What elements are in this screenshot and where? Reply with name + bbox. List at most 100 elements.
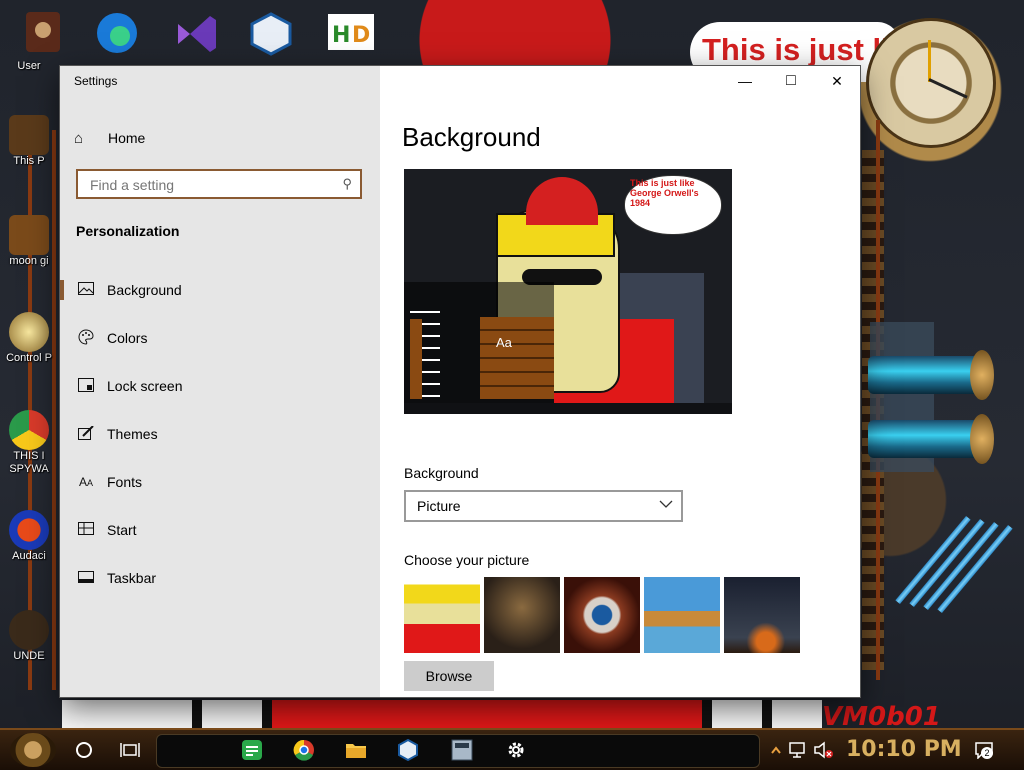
picture-thumbnail-night-sky[interactable] [724,577,800,653]
background-type-dropdown[interactable]: Picture [404,490,683,522]
computer-icon [9,115,49,155]
notification-count-badge: 2 [981,747,993,759]
wallpaper-banner-text: This is just like [702,32,892,67]
sidebar-item-themes[interactable]: Themes [60,414,380,454]
task-view-icon[interactable] [116,736,144,764]
desktop-icon-label: This P [13,155,45,167]
preview-helmet [526,177,598,225]
desktop-icon-user[interactable]: User [0,40,58,72]
start-icon [76,522,96,538]
desktop-icon-label: Control P [6,352,52,364]
choose-picture-label: Choose your picture [404,552,530,568]
desktop-icon-unde[interactable]: UNDE [0,610,58,662]
maximize-button[interactable]: □ [768,66,814,96]
find-setting-search: ⚲ [76,169,362,199]
home-link[interactable]: ⌂ Home [74,128,145,148]
brush-icon [76,424,96,443]
palette-icon [76,328,96,348]
section-heading: Personalization [76,223,180,239]
wallpaper-clock [866,18,996,148]
search-icon: ⚲ [342,176,352,191]
sidebar-item-label: Taskbar [107,570,157,586]
lightbulb-icon [9,312,49,352]
edge-browser-icon[interactable] [92,10,142,56]
page-title: Background [402,122,541,152]
picture-thumbnail-steampunk[interactable] [484,577,560,653]
desktop-icon-label: UNDE [13,650,45,662]
chrome-taskbar-icon[interactable] [290,736,318,764]
network-icon[interactable] [784,736,812,764]
desktop-icon-label: THIS I SPYWA [9,450,49,476]
wallpaper-tube-cap [970,350,994,400]
cortana-icon[interactable] [70,736,98,764]
desktop-icon-label: Audaci [12,550,46,562]
taskbar-icon [76,570,96,586]
jar-icon [9,215,49,255]
sidebar-item-label: Background [107,282,182,298]
settings-window: Settings ⌂ Home ⚲ Personalization Backgr… [60,66,860,697]
preview-tile [410,319,422,399]
clock-hour-hand [928,40,931,82]
window-title: Settings [74,74,118,88]
volume-muted-icon[interactable] [810,736,838,764]
taskbar: 10:10 PM 2 [0,728,1024,770]
visual-studio-icon[interactable] [170,10,220,56]
settings-gear-icon[interactable] [502,736,530,764]
sidebar-item-label: Lock screen [107,378,183,394]
image-icon [76,282,96,298]
sidebar-item-label: Themes [107,426,158,442]
desktop-icon-chrome[interactable]: THIS I SPYWA [0,410,58,476]
svg-text:D: D [352,23,370,48]
selection-indicator [60,280,64,300]
sidebar-item-background[interactable]: Background [60,270,380,310]
desktop-icon-this-pc[interactable]: This P [0,115,58,167]
wallpaper-pipe [923,521,999,611]
gear-icon [9,610,49,650]
desktop-icon-control-panel[interactable]: Control P [0,312,58,364]
chevron-down-icon [659,497,673,514]
sidebar-item-label: Start [107,522,137,538]
home-icon: ⌂ [74,129,84,147]
calculator-icon[interactable] [448,736,476,764]
preview-bubble-text: This is just like George Orwell's 1984 [630,178,699,208]
wallpaper-mascot [62,700,822,730]
sidebar-item-fonts[interactable]: AA Fonts [60,462,380,502]
notes-app-icon[interactable] [238,736,266,764]
file-explorer-icon[interactable] [342,736,370,764]
hxd-editor-icon[interactable]: HD [326,10,376,56]
chrome-icon [9,410,49,450]
search-input[interactable] [88,171,342,199]
audacity-icon [9,510,49,550]
close-button[interactable]: ✕ [814,66,860,96]
picture-thumbnail-eye[interactable] [564,577,640,653]
wallpaper-tube-cap [970,414,994,464]
wallpaper-pipe [909,518,985,608]
desktop-icon-moon[interactable]: moon gi [0,215,58,267]
settings-sidebar: Settings ⌂ Home ⚲ Personalization Backgr… [60,66,380,697]
font-icon: AA [78,475,94,489]
minimize-button[interactable]: — [722,66,768,96]
sidebar-item-label: Colors [107,330,148,346]
taskbar-clock[interactable]: 10:10 PM [846,737,962,762]
preview-taskbar [404,403,732,414]
sidebar-item-start[interactable]: Start [60,510,380,550]
virtualbox-icon[interactable] [246,10,296,56]
desktop-icon-audacity[interactable]: Audaci [0,510,58,562]
svg-text:H: H [332,23,350,48]
background-preview: This is just like George Orwell's 1984 A… [404,169,732,414]
home-label: Home [108,130,146,146]
browse-button[interactable]: Browse [404,661,494,691]
picture-thumbnail-beach[interactable] [644,577,720,653]
desktop-icon-label: moon gi [9,255,49,267]
start-button[interactable] [10,733,56,767]
desktop-icon-label: User [17,60,41,72]
preview-tile [480,317,554,399]
sidebar-item-label: Fonts [107,474,143,490]
sidebar-item-lock-screen[interactable]: Lock screen [60,366,380,406]
sidebar-item-colors[interactable]: Colors [60,318,380,358]
sidebar-item-taskbar[interactable]: Taskbar [60,558,380,598]
virtualbox-taskbar-icon[interactable] [394,736,422,764]
lock-screen-icon [76,377,96,395]
picture-thumbnail-cartoon[interactable] [404,577,480,653]
background-label: Background [404,465,479,481]
